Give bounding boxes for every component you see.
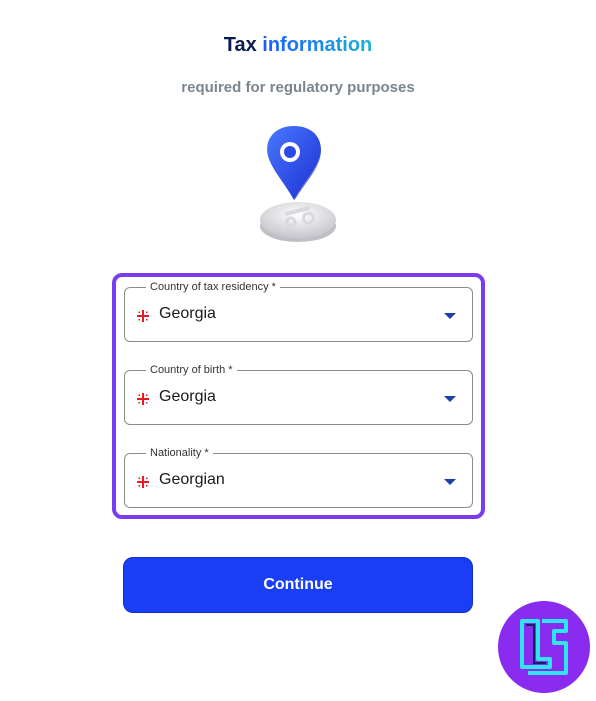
georgia-flag-icon (137, 476, 149, 488)
selected-value: Georgia (159, 388, 216, 405)
page-subtitle: required for regulatory purposes (181, 79, 415, 96)
georgia-flag-icon (137, 393, 149, 405)
chevron-down-icon[interactable] (444, 396, 456, 402)
field-label: Country of tax residency * (146, 280, 280, 294)
continue-button[interactable]: Continue (123, 557, 473, 613)
nationality-select[interactable]: Nationality * Georgian (124, 446, 473, 508)
chevron-down-icon[interactable] (444, 479, 456, 485)
title-accent: information (262, 34, 373, 56)
page-title: Tax information (0, 34, 596, 57)
tax-form-panel: Country of tax residency * Georgia Count… (112, 273, 485, 519)
title-plain: Tax (223, 34, 263, 56)
tax-residency-select[interactable]: Country of tax residency * Georgia (124, 280, 473, 342)
selected-value: Georgia (159, 305, 216, 322)
georgia-flag-icon (137, 310, 149, 322)
selected-value: Georgian (159, 471, 225, 488)
chevron-down-icon[interactable] (444, 313, 456, 319)
location-pin-percent-icon (260, 126, 336, 242)
field-label: Nationality * (146, 446, 213, 460)
country-of-birth-select[interactable]: Country of birth * Georgia (124, 363, 473, 425)
field-label: Country of birth * (146, 363, 237, 377)
brand-logo-icon (498, 601, 590, 693)
